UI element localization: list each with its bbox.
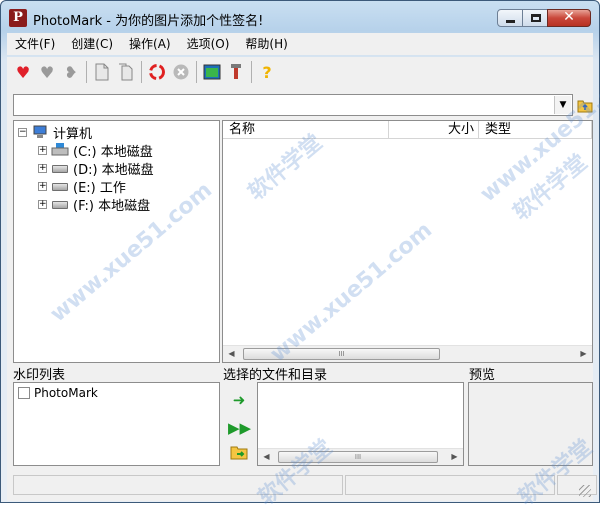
tree-item-label: (C:) 本地磁盘 bbox=[73, 144, 153, 160]
scroll-right-icon[interactable]: ▶ bbox=[446, 449, 463, 465]
tree-item-computer[interactable]: − 计算机 bbox=[18, 123, 93, 142]
computer-icon bbox=[31, 125, 49, 139]
watermark-list[interactable]: PhotoMark bbox=[13, 382, 220, 466]
resize-grip-icon[interactable] bbox=[579, 485, 591, 497]
app-logo-icon[interactable]: P bbox=[9, 9, 27, 27]
toolbar-separator bbox=[251, 61, 252, 83]
close-button[interactable]: ✕ bbox=[547, 9, 591, 27]
heart-gray-icon[interactable]: ♥ bbox=[35, 60, 59, 84]
tools-icon[interactable] bbox=[224, 60, 248, 84]
chevron-down-icon[interactable]: ▼ bbox=[554, 96, 571, 114]
column-name-header[interactable]: 名称 bbox=[223, 121, 389, 139]
selected-files-title: 选择的文件和目录 bbox=[223, 368, 328, 383]
path-combobox[interactable]: ▼ bbox=[13, 94, 573, 116]
menubar: 文件(F) 创建(C) 操作(A) 选项(O) 帮助(H) bbox=[7, 33, 593, 55]
menu-file[interactable]: 文件(F) bbox=[7, 33, 63, 55]
window-icon[interactable] bbox=[200, 60, 224, 84]
expand-icon[interactable]: + bbox=[38, 181, 47, 191]
maximize-button[interactable] bbox=[522, 9, 548, 27]
minimize-icon bbox=[506, 20, 515, 23]
hard-drive-icon bbox=[51, 179, 69, 193]
window-title: PhotoMark - 为你的图片添加个性签名! bbox=[33, 14, 264, 29]
titlebar[interactable]: P PhotoMark - 为你的图片添加个性签名! ✕ bbox=[1, 1, 599, 33]
tree-item-drive-c[interactable]: + (C:) 本地磁盘 bbox=[38, 141, 153, 160]
collapse-icon[interactable]: − bbox=[18, 127, 27, 137]
status-bar bbox=[13, 475, 599, 497]
folder-up-icon[interactable] bbox=[577, 97, 593, 113]
client-area: ▼ − 计算机 + (C:) 本地磁盘 + (D:) 本地磁盘 + (E:) 工… bbox=[7, 87, 597, 501]
expand-icon[interactable]: + bbox=[38, 199, 47, 209]
expand-icon[interactable]: + bbox=[38, 145, 47, 155]
status-cell bbox=[345, 475, 555, 495]
tree-item-label: 计算机 bbox=[53, 126, 93, 142]
help-icon[interactable]: ? bbox=[255, 60, 279, 84]
folder-tree[interactable]: − 计算机 + (C:) 本地磁盘 + (D:) 本地磁盘 + (E:) 工作 … bbox=[13, 120, 220, 363]
column-size-header[interactable]: 大小 bbox=[389, 121, 479, 139]
maximize-icon bbox=[531, 14, 541, 22]
hard-drive-icon bbox=[51, 161, 69, 175]
scroll-left-icon[interactable]: ◀ bbox=[258, 449, 275, 465]
tree-item-label: (F:) 本地磁盘 bbox=[73, 198, 151, 214]
tree-item-label: (E:) 工作 bbox=[73, 180, 126, 196]
menu-create[interactable]: 创建(C) bbox=[63, 33, 121, 55]
scroll-thumb[interactable]: III bbox=[278, 451, 438, 463]
toolbar-separator bbox=[141, 61, 142, 83]
file-list[interactable]: 名称 大小 类型 ◀ III ▶ bbox=[222, 120, 593, 363]
window-controls: ✕ bbox=[497, 9, 591, 27]
expand-icon[interactable]: + bbox=[38, 163, 47, 173]
watermark-list-title: 水印列表 bbox=[13, 368, 66, 383]
drive-c-icon bbox=[51, 143, 69, 157]
app-window: P PhotoMark - 为你的图片添加个性签名! ✕ 文件(F) 创建(C)… bbox=[0, 0, 600, 503]
menu-options[interactable]: 选项(O) bbox=[179, 33, 238, 55]
preview-title: 预览 bbox=[469, 368, 496, 383]
cancel-icon[interactable] bbox=[169, 60, 193, 84]
refresh-icon[interactable] bbox=[145, 60, 169, 84]
toolbar-separator bbox=[196, 61, 197, 83]
tree-item-drive-d[interactable]: + (D:) 本地磁盘 bbox=[38, 159, 154, 178]
file-list-header: 名称 大小 类型 bbox=[223, 121, 592, 139]
scroll-left-icon[interactable]: ◀ bbox=[223, 346, 240, 362]
toolbar: ♥ ♥ ❥ ? bbox=[7, 57, 593, 87]
tree-item-drive-f[interactable]: + (F:) 本地磁盘 bbox=[38, 195, 151, 214]
close-icon: ✕ bbox=[563, 9, 575, 25]
tree-item-drive-e[interactable]: + (E:) 工作 bbox=[38, 177, 126, 196]
page-copy-icon[interactable] bbox=[114, 60, 138, 84]
horizontal-scrollbar[interactable]: ◀ III ▶ bbox=[258, 448, 463, 465]
watermark-checkbox[interactable] bbox=[18, 387, 30, 399]
hard-drive-icon bbox=[51, 197, 69, 211]
heart-red-icon[interactable]: ♥ bbox=[11, 60, 35, 84]
horizontal-scrollbar[interactable]: ◀ III ▶ bbox=[223, 345, 592, 362]
scroll-thumb[interactable]: III bbox=[243, 348, 440, 360]
add-all-arrow-icon[interactable]: ▶▶ bbox=[228, 418, 251, 438]
status-cell bbox=[557, 475, 597, 495]
menu-action[interactable]: 操作(A) bbox=[121, 33, 179, 55]
minimize-button[interactable] bbox=[497, 9, 523, 27]
watermark-item-label: PhotoMark bbox=[34, 386, 98, 400]
selection-buttons: ➜ ▶▶ bbox=[224, 382, 254, 466]
page-add-icon[interactable] bbox=[90, 60, 114, 84]
watermark-item[interactable]: PhotoMark bbox=[18, 386, 98, 400]
toolbar-separator bbox=[86, 61, 87, 83]
add-file-arrow-icon[interactable]: ➜ bbox=[228, 390, 250, 410]
add-folder-icon[interactable] bbox=[228, 444, 250, 464]
preview-pane bbox=[468, 382, 593, 466]
column-type-header[interactable]: 类型 bbox=[479, 121, 592, 139]
status-cell bbox=[13, 475, 343, 495]
scroll-right-icon[interactable]: ▶ bbox=[575, 346, 592, 362]
selected-files-list[interactable]: ◀ III ▶ bbox=[257, 382, 464, 466]
menu-help[interactable]: 帮助(H) bbox=[237, 33, 295, 55]
heart-broken-icon[interactable]: ❥ bbox=[59, 60, 83, 84]
tree-item-label: (D:) 本地磁盘 bbox=[73, 162, 154, 178]
